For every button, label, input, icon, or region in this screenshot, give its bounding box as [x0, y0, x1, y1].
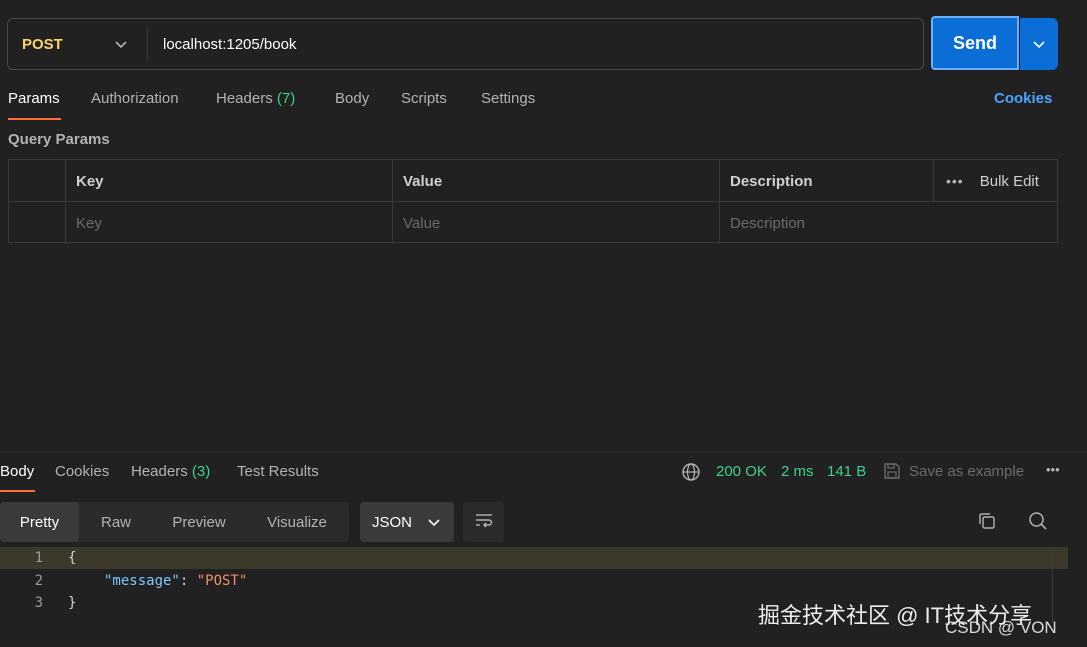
json-key: "message" — [104, 573, 180, 589]
checkbox-column-header — [9, 160, 66, 202]
wrap-lines-icon — [474, 512, 494, 532]
tab-scripts[interactable]: Scripts — [401, 90, 447, 107]
table-row: Key Value Description — [9, 202, 1057, 244]
format-label: JSON — [372, 513, 413, 531]
cookies-link[interactable]: Cookies — [994, 90, 1052, 107]
code-line: 2 "message": "POST" — [0, 570, 1068, 592]
table-header-row: Key Value Description ••• Bulk Edit — [9, 160, 1057, 202]
column-header-key: Key — [66, 160, 393, 202]
tab-authorization[interactable]: Authorization — [91, 90, 179, 107]
bulk-edit-button[interactable]: Bulk Edit — [980, 173, 1039, 190]
view-visualize-button[interactable]: Visualize — [245, 502, 349, 542]
row-checkbox-cell — [9, 202, 66, 244]
value-input[interactable]: Value — [393, 202, 720, 244]
json-string-value: "POST" — [196, 573, 248, 589]
copy-icon[interactable] — [977, 511, 997, 535]
send-options-button[interactable] — [1020, 18, 1058, 70]
tab-headers[interactable]: Headers (7) — [216, 90, 295, 107]
view-mode-group: Pretty Raw Preview Visualize — [0, 502, 349, 542]
tab-settings[interactable]: Settings — [481, 90, 535, 107]
more-options-icon[interactable]: ••• — [946, 173, 964, 189]
response-tab-headers-count: (3) — [191, 463, 211, 480]
method-select[interactable]: POST — [8, 27, 148, 61]
active-response-tab-indicator — [0, 490, 35, 492]
more-options-icon[interactable]: ••• — [1046, 462, 1060, 477]
scrollbar[interactable] — [1052, 547, 1053, 623]
code-line: 1 { — [0, 547, 1068, 569]
view-preview-button[interactable]: Preview — [153, 502, 245, 542]
response-tab-body[interactable]: Body — [0, 463, 34, 480]
active-tab-indicator — [8, 118, 61, 120]
response-tab-headers-label: Headers — [131, 463, 188, 480]
send-button[interactable]: Send — [931, 16, 1019, 70]
chevron-down-icon — [115, 36, 127, 53]
response-body-editor[interactable]: 1 { 2 "message": "POST" 3 } — [0, 547, 1087, 647]
column-header-value: Value — [393, 160, 720, 202]
tab-params[interactable]: Params — [8, 90, 60, 107]
view-raw-button[interactable]: Raw — [79, 502, 153, 542]
globe-icon[interactable] — [681, 462, 701, 486]
line-number: 1 — [34, 550, 43, 566]
watermark-subtext: CSDN @ VON — [945, 618, 1057, 637]
view-pretty-button[interactable]: Pretty — [0, 502, 79, 542]
tab-body[interactable]: Body — [335, 90, 369, 107]
line-number: 3 — [34, 595, 43, 611]
format-select[interactable]: JSON — [360, 502, 454, 542]
code-text: { — [68, 550, 77, 566]
response-tab-headers[interactable]: Headers (3) — [131, 463, 210, 480]
tab-headers-label: Headers — [216, 90, 273, 107]
code-text: } — [68, 595, 77, 611]
query-params-title: Query Params — [8, 131, 110, 148]
response-time[interactable]: 2 ms — [781, 463, 814, 480]
description-input[interactable]: Description — [720, 202, 1058, 244]
chevron-down-icon — [428, 514, 440, 531]
tab-headers-count: (7) — [276, 90, 296, 107]
code-text: "message": "POST" — [104, 573, 247, 589]
search-icon[interactable] — [1028, 511, 1048, 535]
column-header-description: Description — [720, 160, 934, 202]
method-label: POST — [22, 35, 63, 53]
response-tab-test-results[interactable]: Test Results — [237, 463, 319, 480]
save-as-example-button[interactable]: Save as example — [909, 463, 1024, 480]
response-tab-cookies[interactable]: Cookies — [55, 463, 109, 480]
save-icon — [883, 462, 901, 484]
response-size[interactable]: 141 B — [827, 463, 866, 480]
url-input[interactable] — [148, 19, 923, 69]
chevron-down-icon — [1033, 36, 1045, 53]
line-number: 2 — [34, 573, 43, 589]
bulk-edit-area: ••• Bulk Edit — [934, 160, 1058, 202]
wrap-lines-button[interactable] — [463, 502, 504, 542]
request-url-bar: POST — [7, 18, 924, 70]
key-input[interactable]: Key — [66, 202, 393, 244]
response-divider[interactable] — [0, 451, 1087, 452]
status-code[interactable]: 200 OK — [716, 463, 767, 480]
json-colon: : — [179, 573, 197, 589]
query-params-table: Key Value Description ••• Bulk Edit Key … — [8, 159, 1058, 244]
